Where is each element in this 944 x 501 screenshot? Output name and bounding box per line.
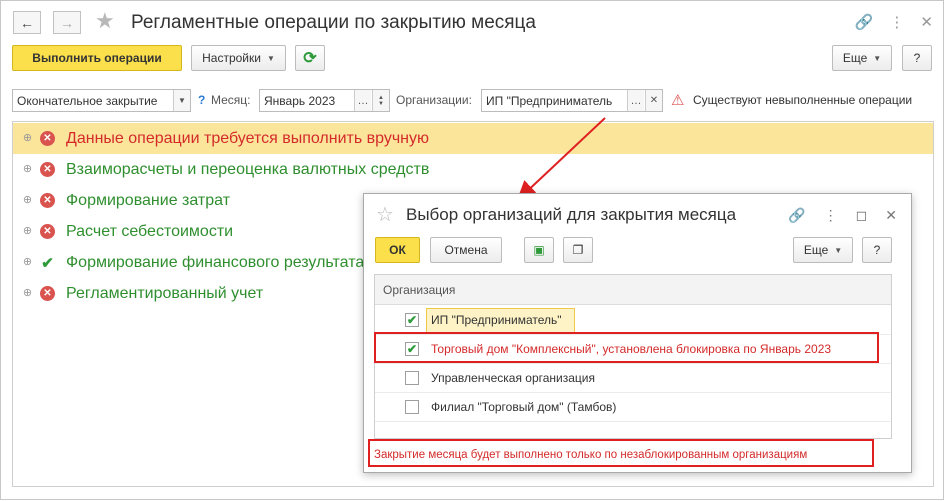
highlight-blocked-row xyxy=(374,332,879,363)
highlight-footer-note xyxy=(368,439,874,467)
check-all-icon: ▣ xyxy=(533,243,545,257)
dialog-help-button[interactable]: ? xyxy=(862,237,892,263)
check-all-button[interactable]: ▣ xyxy=(524,237,554,263)
more-label: Еще xyxy=(803,243,829,257)
uncheck-all-icon: ❐ xyxy=(572,243,584,257)
link-icon[interactable]: 🔗 xyxy=(788,207,805,224)
column-header-organization: Организация xyxy=(375,275,891,305)
dialog-window-controls: 🔗 ⋮ ◻ ✕ xyxy=(788,207,897,224)
chevron-down-icon: ▼ xyxy=(834,245,843,255)
row-checkbox[interactable] xyxy=(405,371,419,385)
favorite-star-icon[interactable]: ☆ xyxy=(376,202,394,227)
table-row[interactable]: ИП "Предприниматель" xyxy=(375,306,891,335)
close-icon[interactable]: ✕ xyxy=(885,207,897,224)
organization-name: Филиал "Торговый дом" (Тамбов) xyxy=(431,400,617,414)
maximize-icon[interactable]: ◻ xyxy=(856,207,868,224)
dialog-more-button[interactable]: Еще ▼ xyxy=(793,237,853,263)
menu-dots-icon[interactable]: ⋮ xyxy=(824,207,838,224)
uncheck-all-button[interactable]: ❐ xyxy=(563,237,593,263)
organization-name: Управленческая организация xyxy=(431,371,595,385)
organization-name: ИП "Предприниматель" xyxy=(431,313,562,327)
table-row[interactable]: Управленческая организация xyxy=(375,364,891,393)
table-row[interactable]: Филиал "Торговый дом" (Тамбов) xyxy=(375,393,891,422)
row-checkbox[interactable] xyxy=(405,400,419,414)
main-window: ← → ★ Регламентные операции по закрытию … xyxy=(0,0,944,500)
ok-button[interactable]: ОК xyxy=(375,237,420,263)
row-checkbox[interactable] xyxy=(405,313,419,327)
dialog-title: Выбор организаций для закрытия месяца xyxy=(406,205,737,224)
cancel-button[interactable]: Отмена xyxy=(430,237,502,263)
